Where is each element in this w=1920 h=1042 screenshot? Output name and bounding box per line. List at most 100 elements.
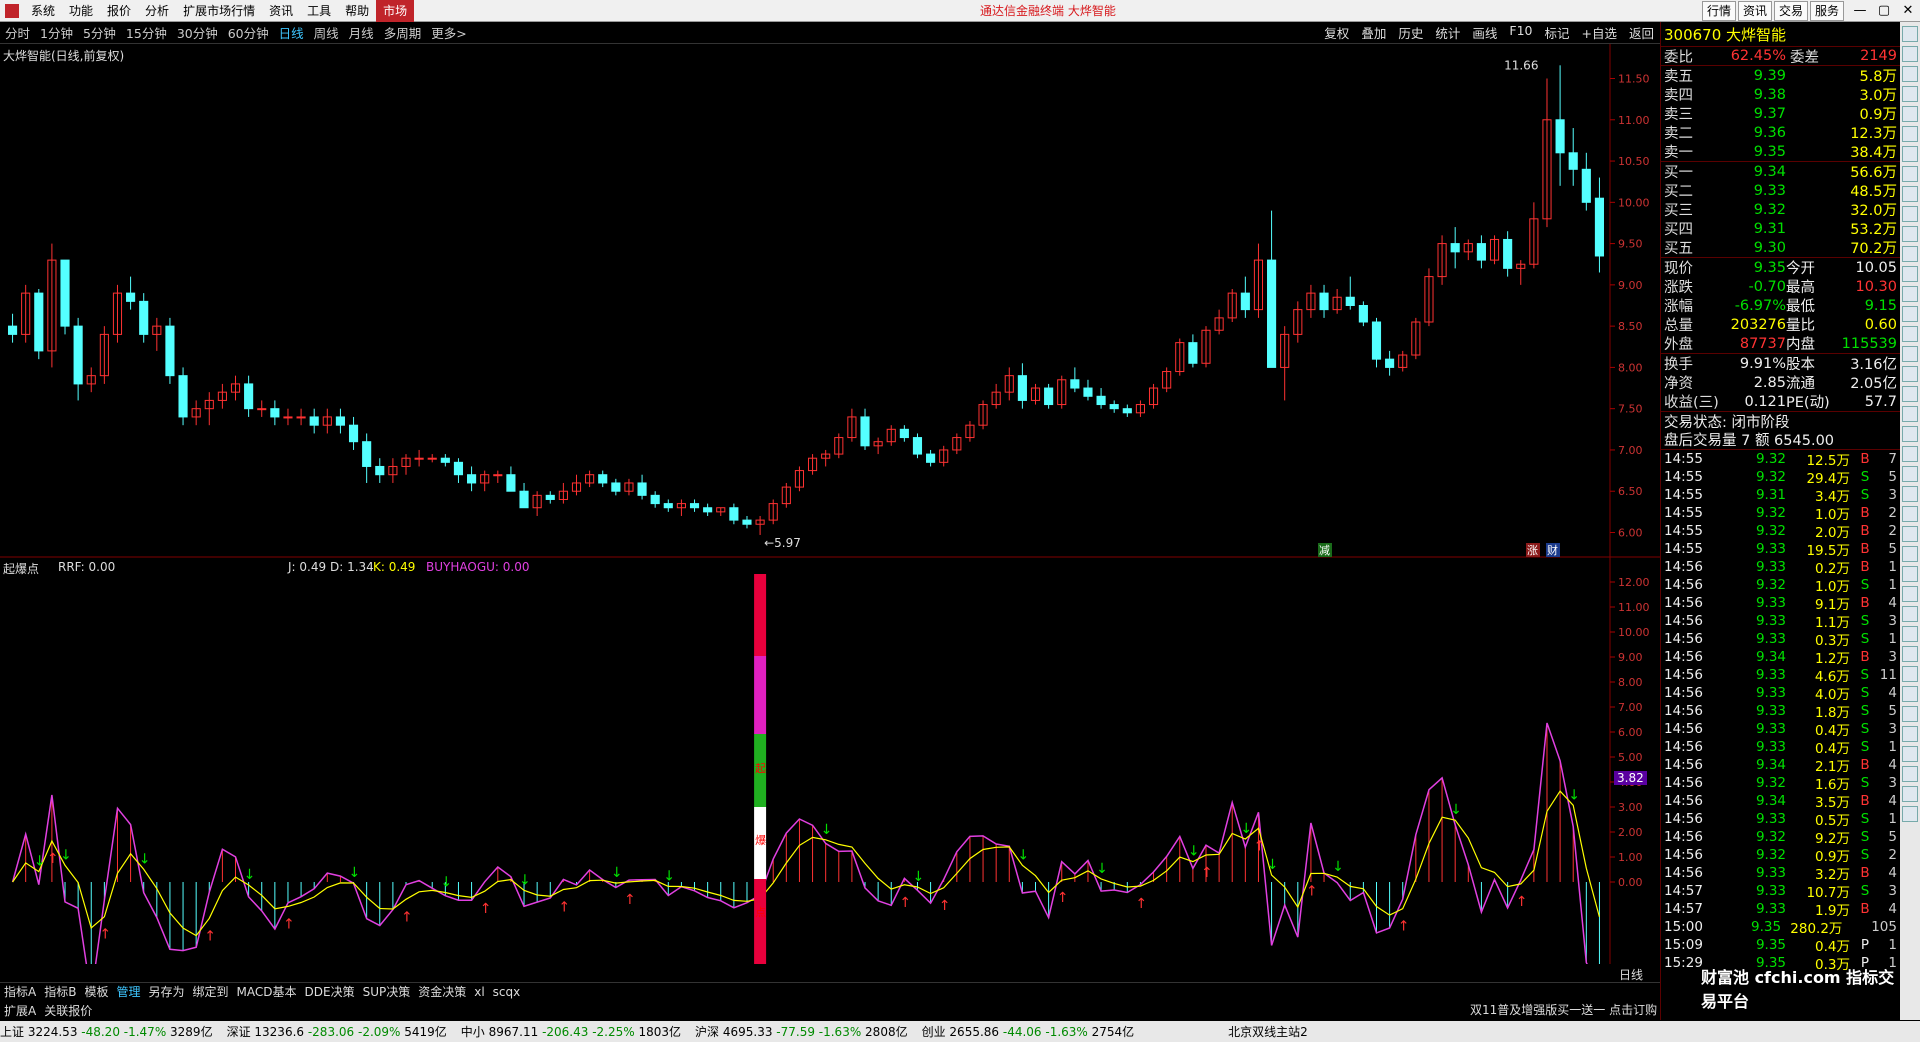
side-tool-icon[interactable] <box>1902 386 1918 402</box>
side-tool-icon[interactable] <box>1902 186 1918 202</box>
period-60min[interactable]: 60分钟 <box>223 23 274 42</box>
tab-xl[interactable]: xl <box>470 985 488 999</box>
tool-back[interactable]: 返回 <box>1623 23 1660 42</box>
side-tool-icon[interactable] <box>1902 266 1918 282</box>
period-monthly[interactable]: 月线 <box>344 23 379 42</box>
side-tool-icon[interactable] <box>1902 486 1918 502</box>
tab-dde[interactable]: DDE决策 <box>301 983 359 1000</box>
period-daily[interactable]: 日线 <box>274 23 309 42</box>
side-tool-icon[interactable] <box>1902 246 1918 262</box>
top-button-service[interactable]: 服务 <box>1809 0 1844 21</box>
period-multi[interactable]: 多周期 <box>379 23 427 42</box>
period-intraday[interactable]: 分时 <box>0 23 35 42</box>
side-tool-icon[interactable] <box>1902 366 1918 382</box>
side-tool-icon[interactable] <box>1902 206 1918 222</box>
minimize-icon[interactable]: — <box>1848 0 1872 22</box>
tab-macd[interactable]: MACD基本 <box>233 983 301 1000</box>
tab-sup[interactable]: SUP决策 <box>359 983 415 1000</box>
side-tool-icon[interactable] <box>1902 566 1918 582</box>
side-tool-icon[interactable] <box>1902 446 1918 462</box>
tab-save-as[interactable]: 另存为 <box>144 983 188 1000</box>
menu-news[interactable]: 资讯 <box>262 0 300 22</box>
tool-draw[interactable]: 画线 <box>1466 23 1503 42</box>
tool-f10[interactable]: F10 <box>1503 23 1538 42</box>
side-tool-icon[interactable] <box>1902 126 1918 142</box>
tool-mark[interactable]: 标记 <box>1538 23 1575 42</box>
period-5min[interactable]: 5分钟 <box>78 23 121 42</box>
side-tool-icon[interactable] <box>1902 426 1918 442</box>
tab-bind-to[interactable]: 绑定到 <box>189 983 233 1000</box>
tab-template[interactable]: 模板 <box>80 983 112 1000</box>
side-tool-icon[interactable] <box>1902 526 1918 542</box>
side-tool-icon[interactable] <box>1902 286 1918 302</box>
side-tool-icon[interactable] <box>1902 666 1918 682</box>
period-30min[interactable]: 30分钟 <box>172 23 223 42</box>
tab-extension-a[interactable]: 扩展A <box>0 1002 40 1019</box>
menu-tools[interactable]: 工具 <box>300 0 338 22</box>
tool-history[interactable]: 历史 <box>1392 23 1429 42</box>
menu-analysis[interactable]: 分析 <box>138 0 176 22</box>
period-15min[interactable]: 15分钟 <box>121 23 172 42</box>
top-button-trade[interactable]: 交易 <box>1773 0 1808 21</box>
side-tool-icon[interactable] <box>1902 406 1918 422</box>
side-tool-icon[interactable] <box>1902 226 1918 242</box>
period-1min[interactable]: 1分钟 <box>35 23 78 42</box>
chart-area[interactable]: 11.50 11.00 10.50 10.00 9.50 9.00 8.50 8.00 7.50… <box>0 44 1660 982</box>
side-tool-icon[interactable] <box>1902 66 1918 82</box>
side-tool-icon[interactable] <box>1902 86 1918 102</box>
index-quote[interactable]: 中小 8967.11 -206.43 -2.25% 1803亿 <box>461 1023 681 1040</box>
tool-adjust[interactable]: 复权 <box>1318 23 1355 42</box>
menu-help[interactable]: 帮助 <box>338 0 376 22</box>
tool-overlay[interactable]: 叠加 <box>1355 23 1392 42</box>
side-tool-icon[interactable] <box>1902 786 1918 802</box>
side-tool-icon[interactable] <box>1902 166 1918 182</box>
index-quote[interactable]: 深证 13236.6 -283.06 -2.09% 5419亿 <box>227 1023 447 1040</box>
tab-related-quote[interactable]: 关联报价 <box>40 1002 96 1019</box>
menu-market[interactable]: 市场 <box>376 0 415 22</box>
menu-extended-market[interactable]: 扩展市场行情 <box>176 0 262 22</box>
side-tool-icon[interactable] <box>1902 746 1918 762</box>
index-quote[interactable]: 创业 2655.86 -44.06 -1.63% 2754亿 <box>922 1023 1135 1040</box>
tool-stats[interactable]: 统计 <box>1429 23 1466 42</box>
side-tool-icon[interactable] <box>1902 26 1918 42</box>
index-quote[interactable]: 沪深 4695.33 -77.59 -1.63% 2808亿 <box>695 1023 908 1040</box>
period-weekly[interactable]: 周线 <box>309 23 344 42</box>
side-tool-icon[interactable] <box>1902 106 1918 122</box>
top-button-quote[interactable]: 行情 <box>1701 0 1736 21</box>
candlestick-chart[interactable]: 11.50 11.00 10.50 10.00 9.50 9.00 8.50 8.00 7.50… <box>0 44 1660 964</box>
side-tool-icon[interactable] <box>1902 306 1918 322</box>
maximize-icon[interactable]: ▢ <box>1872 0 1896 22</box>
tab-scqx[interactable]: scqx <box>489 985 525 999</box>
tab-indicator-a[interactable]: 指标A <box>0 983 40 1000</box>
side-tool-icon[interactable] <box>1902 546 1918 562</box>
side-tool-icon[interactable] <box>1902 146 1918 162</box>
side-tool-icon[interactable] <box>1902 506 1918 522</box>
side-tool-icon[interactable] <box>1902 646 1918 662</box>
period-more[interactable]: 更多> <box>426 23 471 42</box>
tab-fund[interactable]: 资金决策 <box>414 983 470 1000</box>
close-icon[interactable]: ✕ <box>1896 0 1920 22</box>
menu-function[interactable]: 功能 <box>62 0 100 22</box>
tick-list[interactable]: 14:55 9.32 12.5万 B 7 14:55 9.32 29.4万 S 5 14:55 9.3… <box>1661 449 1900 973</box>
side-tool-icon[interactable] <box>1902 706 1918 722</box>
indicator-name[interactable]: 起爆点 <box>3 560 39 577</box>
index-quote[interactable]: 上证 3224.53 -48.20 -1.47% 3289亿 <box>0 1023 213 1040</box>
promo-banner[interactable]: 双11普及增强版买一送一 点击订购 <box>1470 1000 1660 1020</box>
tab-indicator-b[interactable]: 指标B <box>40 983 80 1000</box>
side-tool-icon[interactable] <box>1902 326 1918 342</box>
side-tool-icon[interactable] <box>1902 806 1918 822</box>
side-tool-icon[interactable] <box>1902 586 1918 602</box>
side-tool-icon[interactable] <box>1902 606 1918 622</box>
menu-quote[interactable]: 报价 <box>100 0 138 22</box>
tab-manage[interactable]: 管理 <box>112 983 144 1000</box>
side-tool-icon[interactable] <box>1902 766 1918 782</box>
side-tool-icon[interactable] <box>1902 726 1918 742</box>
side-tool-icon[interactable] <box>1902 346 1918 362</box>
side-tool-icon[interactable] <box>1902 626 1918 642</box>
side-tool-icon[interactable] <box>1902 466 1918 482</box>
tool-add-watchlist[interactable]: +自选 <box>1576 23 1623 42</box>
side-tool-icon[interactable] <box>1902 46 1918 62</box>
side-tool-icon[interactable] <box>1902 686 1918 702</box>
menu-system[interactable]: 系统 <box>24 0 62 22</box>
top-button-news[interactable]: 资讯 <box>1737 0 1772 21</box>
